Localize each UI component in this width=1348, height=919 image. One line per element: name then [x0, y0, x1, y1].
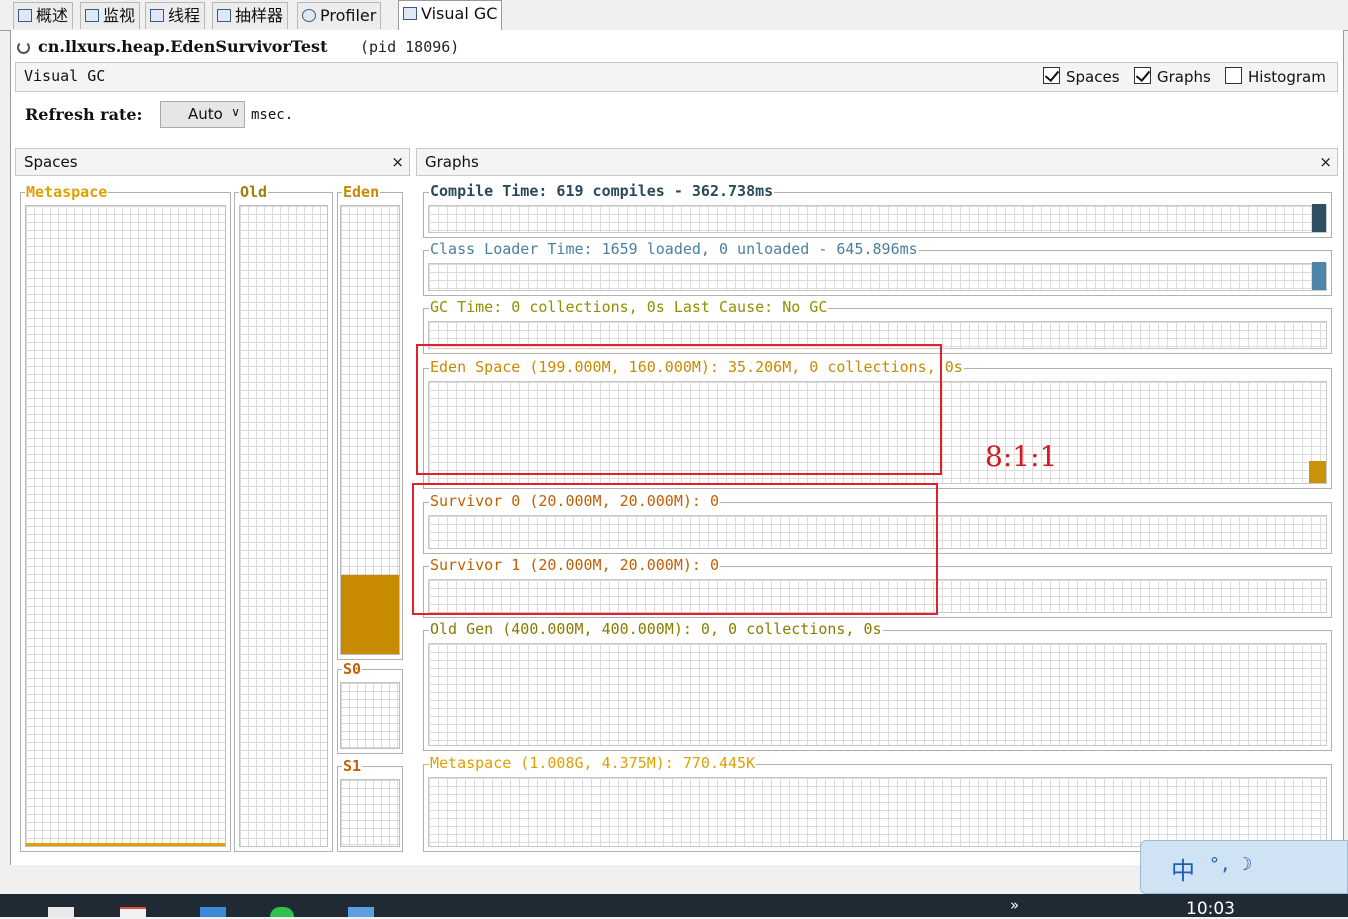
- refresh-rate-label: Refresh rate:: [25, 105, 143, 124]
- taskbar-clock[interactable]: 10:03: [1186, 899, 1235, 919]
- taskbar-window-icon[interactable]: [200, 907, 226, 917]
- eden-space-fill: [341, 574, 399, 654]
- tab-sampler[interactable]: 抽样器: [212, 2, 289, 29]
- tab-overview[interactable]: 概述: [13, 2, 74, 29]
- compile-time-label: Compile Time: 619 compiles - 362.738ms: [429, 182, 775, 200]
- s1-space: S1: [337, 757, 403, 852]
- compile-time-graph: Compile Time: 619 compiles - 362.738ms: [423, 182, 1332, 238]
- monitor-icon: [85, 9, 99, 22]
- gc-time-label: GC Time: 0 collections, 0s Last Cause: N…: [429, 298, 829, 316]
- loading-spinner-icon: [17, 41, 30, 54]
- metaspace-space-label: Metaspace: [25, 183, 109, 201]
- graphs-checkbox-label: Graphs: [1157, 68, 1211, 86]
- close-icon[interactable]: ×: [391, 149, 404, 175]
- visual-gc-title: Visual GC: [24, 67, 106, 85]
- old-gen-label: Old Gen (400.000M, 400.000M): 0, 0 colle…: [429, 620, 883, 638]
- taskbar-notepad-icon[interactable]: [48, 907, 74, 917]
- taskbar-explorer-icon[interactable]: [348, 907, 374, 917]
- eden-space: Eden: [337, 183, 403, 660]
- class-loader-label: Class Loader Time: 1659 loaded, 0 unload…: [429, 240, 919, 258]
- old-space-label: Old: [239, 183, 269, 201]
- survivor-highlight-box: [412, 483, 938, 615]
- class-loader-graph: Class Loader Time: 1659 loaded, 0 unload…: [423, 240, 1332, 296]
- process-name: cn.llxurs.heap.EdenSurvivorTest: [38, 37, 328, 56]
- close-icon[interactable]: ×: [1319, 149, 1332, 175]
- spaces-panel-title: Spaces: [24, 153, 78, 171]
- class-loader-plot: [428, 262, 1327, 291]
- refresh-rate-select[interactable]: Auto ∨: [160, 101, 245, 128]
- profiler-icon: [302, 9, 316, 22]
- old-space: Old: [234, 183, 333, 852]
- overview-icon: [18, 9, 32, 22]
- process-pid: (pid 18096): [360, 38, 460, 56]
- tab-profiler[interactable]: Profiler: [297, 2, 382, 29]
- histogram-checkbox[interactable]: [1225, 67, 1242, 84]
- class-loader-bar: [1312, 262, 1326, 290]
- taskbar-chat-icon[interactable]: [270, 907, 294, 917]
- eden-space-grid: [340, 205, 400, 655]
- visualgc-icon: [403, 7, 417, 20]
- metaspace-space-fill: [26, 842, 225, 846]
- compile-time-plot: [428, 204, 1327, 233]
- spaces-checkbox-label: Spaces: [1066, 68, 1120, 86]
- metaspace-space-grid: [25, 205, 226, 847]
- spaces-checkbox[interactable]: [1043, 67, 1060, 84]
- threads-icon: [150, 9, 164, 22]
- metaspace-graph: Metaspace (1.008G, 4.375M): 770.445K: [423, 754, 1332, 852]
- tab-visual-gc[interactable]: Visual GC: [398, 0, 503, 31]
- metaspace-plot: [428, 777, 1327, 847]
- tab-strip: 概述 监视 线程 抽样器 Profiler Visual GC: [0, 0, 1348, 31]
- eden-highlight-box: [416, 344, 942, 475]
- s1-space-label: S1: [342, 757, 363, 775]
- spaces-panel-header: Spaces ×: [15, 148, 410, 176]
- s0-space-label: S0: [342, 660, 363, 678]
- graphs-panel-title: Graphs: [425, 153, 479, 171]
- sampler-icon: [217, 9, 231, 22]
- compile-time-bar: [1312, 204, 1326, 232]
- old-gen-plot: [428, 643, 1327, 746]
- taskbar-app-icon[interactable]: [120, 907, 146, 919]
- s0-space: S0: [337, 660, 403, 754]
- metaspace-graph-label: Metaspace (1.008G, 4.375M): 770.445K: [429, 754, 757, 772]
- s1-space-grid: [340, 779, 400, 847]
- chevron-down-icon: ∨: [231, 105, 240, 119]
- ratio-annotation: 8:1:1: [985, 440, 1058, 473]
- graphs-panel-header: Graphs ×: [416, 148, 1338, 176]
- ime-toolbar[interactable]: 中 °, ☽: [1140, 840, 1348, 894]
- ime-language-indicator[interactable]: 中: [1171, 851, 1195, 886]
- old-gen-graph: Old Gen (400.000M, 400.000M): 0, 0 colle…: [423, 620, 1332, 751]
- graphs-checkbox[interactable]: [1134, 67, 1151, 84]
- tab-monitor[interactable]: 监视: [80, 2, 141, 29]
- old-space-grid: [239, 205, 328, 847]
- ime-symbols[interactable]: °, ☽: [1209, 854, 1252, 875]
- histogram-checkbox-label: Histogram: [1248, 68, 1326, 86]
- eden-space-bar: [1309, 461, 1326, 483]
- tray-overflow-icon[interactable]: »: [1010, 896, 1019, 914]
- s0-space-grid: [340, 682, 400, 749]
- metaspace-space: Metaspace: [20, 183, 231, 852]
- tab-threads[interactable]: 线程: [145, 2, 206, 29]
- refresh-rate-unit: msec.: [251, 107, 294, 123]
- refresh-rate-value: Auto: [188, 105, 223, 123]
- eden-space-label: Eden: [342, 183, 381, 201]
